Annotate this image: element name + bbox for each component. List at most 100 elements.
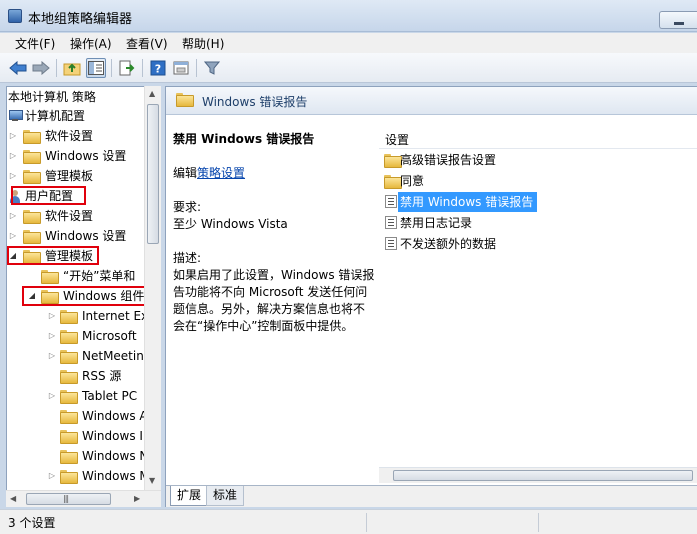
tree-item-internet-explorer[interactable]: ▷ Internet Ex — [7, 306, 148, 326]
tree-pane[interactable]: 本地计算机 策略 计算机配置 ▷ 软件设置 ▷ Windows 设置 ▷ 管理模… — [6, 86, 161, 507]
scroll-right-icon[interactable]: ▶ — [134, 494, 140, 503]
expand-arrow-icon[interactable]: ▷ — [47, 346, 57, 366]
tree-item-tablet-pc[interactable]: ▷ Tablet PC — [7, 386, 147, 406]
tree-horizontal-scroll-thumb[interactable]: ||| — [26, 493, 111, 505]
minimize-button[interactable] — [659, 11, 697, 29]
status-text: 3 个设置 — [8, 516, 56, 530]
setting-icon — [385, 237, 397, 250]
filter-icon[interactable] — [202, 58, 222, 78]
folder-icon — [60, 430, 78, 444]
tree-item-computer-config[interactable]: 计算机配置 — [7, 106, 147, 126]
view-tabs: 扩展 标准 — [166, 485, 697, 507]
tree-item-software-settings[interactable]: ▷ 软件设置 — [7, 126, 147, 146]
tree-item-user-software-settings[interactable]: ▷ 软件设置 — [7, 206, 147, 226]
folder-icon — [23, 210, 41, 224]
tree-item-microsoft[interactable]: ▷ Microsoft — [7, 326, 147, 346]
settings-list: 设置 高级错误报告设置 同意 禁用 Windows 错误报告 禁用日志记录 不发… — [379, 115, 697, 480]
setting-icon — [385, 216, 397, 229]
folder-icon — [41, 270, 59, 284]
policy-description-panel: 禁用 Windows 错误报告 编辑策略设置 要求: 至少 Windows Vi… — [173, 131, 378, 335]
list-horizontal-scroll-thumb[interactable] — [393, 470, 693, 481]
policy-title: 禁用 Windows 错误报告 — [173, 132, 315, 146]
scroll-up-icon[interactable]: ▲ — [149, 89, 155, 98]
folder-icon — [23, 170, 41, 184]
highlight-user-config — [11, 186, 86, 205]
menu-file[interactable]: 文件(F) — [15, 35, 55, 52]
tree-item-windows-a[interactable]: Windows A — [7, 406, 148, 426]
folder-icon — [384, 154, 402, 168]
expand-arrow-icon[interactable]: ▷ — [8, 206, 18, 226]
svg-text:?: ? — [155, 63, 161, 76]
folder-icon — [60, 370, 78, 384]
column-header-settings[interactable]: 设置 — [379, 129, 697, 149]
title-bar: 本地组策略编辑器 — [0, 0, 697, 32]
menu-view[interactable]: 查看(V) — [126, 35, 168, 52]
tree-horizontal-scrollbar[interactable]: ◀ ||| ▶ — [6, 490, 161, 507]
tree-item-netmeeting[interactable]: ▷ NetMeetin — [7, 346, 147, 366]
window-title: 本地组策略编辑器 — [28, 12, 133, 27]
list-item-no-additional-data[interactable]: 不发送额外的数据 — [379, 234, 697, 254]
folder-icon — [60, 310, 78, 324]
tree-item-windows-m[interactable]: ▷ Windows M — [7, 466, 150, 486]
expand-arrow-icon[interactable]: ▷ — [47, 326, 57, 346]
list-item-disable-logging[interactable]: 禁用日志记录 — [379, 213, 697, 233]
up-folder-icon[interactable] — [62, 58, 82, 78]
expand-arrow-icon[interactable]: ▷ — [8, 166, 18, 186]
help-icon[interactable]: ? — [148, 58, 168, 78]
description-label: 描述: — [173, 251, 202, 265]
back-arrow-icon[interactable] — [8, 58, 28, 78]
expand-arrow-icon[interactable]: ▷ — [8, 126, 18, 146]
expand-arrow-icon[interactable]: ▷ — [47, 466, 57, 486]
toolbar: ? — [0, 53, 697, 83]
folder-icon — [384, 175, 402, 189]
tree-item-rss[interactable]: RSS 源 — [7, 366, 147, 386]
list-horizontal-scrollbar[interactable] — [379, 467, 697, 483]
computer-config-icon — [8, 110, 24, 122]
tree-item-windows-n[interactable]: Windows N — [7, 446, 148, 466]
scroll-down-icon[interactable]: ▼ — [149, 476, 155, 485]
expand-arrow-icon[interactable]: ▷ — [47, 386, 57, 406]
tree-vertical-scrollbar[interactable]: ▲ ▼ — [144, 86, 161, 490]
tree-item-windows-i[interactable]: Windows I — [7, 426, 147, 446]
expand-arrow-icon[interactable]: ▷ — [8, 226, 18, 246]
folder-icon — [60, 390, 78, 404]
export-list-icon[interactable] — [117, 58, 137, 78]
content-pane: Windows 错误报告 禁用 Windows 错误报告 编辑策略设置 要求: … — [165, 86, 697, 507]
expand-arrow-icon[interactable]: ▷ — [8, 146, 18, 166]
folder-icon — [23, 230, 41, 244]
tree-item-admin-templates[interactable]: ▷ 管理模板 — [7, 166, 147, 186]
tab-extended[interactable]: 扩展 — [170, 486, 209, 506]
menu-bar: 文件(F) 操作(A) 查看(V) 帮助(H) — [0, 33, 697, 53]
folder-icon — [23, 150, 41, 164]
tree-item-start-menu[interactable]: “开始”菜单和 — [7, 266, 147, 286]
scroll-left-icon[interactable]: ◀ — [10, 494, 16, 503]
grip-icon: ||| — [63, 494, 69, 503]
forward-arrow-icon[interactable] — [31, 58, 51, 78]
content-header: Windows 错误报告 — [166, 87, 697, 115]
description-text: 如果启用了此设置，Windows 错误报 告功能将不向 Microsoft 发送… — [173, 268, 375, 333]
content-header-title: Windows 错误报告 — [202, 95, 308, 109]
tree-vertical-scroll-thumb[interactable] — [147, 104, 159, 244]
properties-icon[interactable] — [171, 58, 191, 78]
edit-policy-link[interactable]: 策略设置 — [197, 166, 245, 180]
tree-item-user-windows-settings[interactable]: ▷ Windows 设置 — [7, 226, 147, 246]
list-item-advanced-error-reporting[interactable]: 高级错误报告设置 — [379, 150, 697, 170]
show-hide-tree-icon[interactable] — [86, 58, 106, 78]
tree-item-windows-settings[interactable]: ▷ Windows 设置 — [7, 146, 147, 166]
list-item-disable-error-reporting[interactable]: 禁用 Windows 错误报告 — [379, 192, 697, 212]
requirements-label: 要求: — [173, 200, 202, 214]
menu-action[interactable]: 操作(A) — [70, 35, 112, 52]
tab-standard[interactable]: 标准 — [206, 486, 245, 506]
list-item-consent[interactable]: 同意 — [379, 171, 697, 191]
expand-arrow-icon[interactable]: ▷ — [47, 306, 57, 326]
folder-icon — [60, 410, 78, 424]
menu-help[interactable]: 帮助(H) — [182, 35, 224, 52]
folder-icon — [23, 130, 41, 144]
setting-icon — [385, 195, 397, 208]
folder-icon — [60, 330, 78, 344]
requirements-value: 至少 Windows Vista — [173, 217, 288, 231]
group-policy-app-icon — [8, 9, 22, 23]
highlight-windows-components — [22, 286, 146, 306]
folder-icon — [60, 470, 78, 484]
folder-icon — [60, 350, 78, 364]
